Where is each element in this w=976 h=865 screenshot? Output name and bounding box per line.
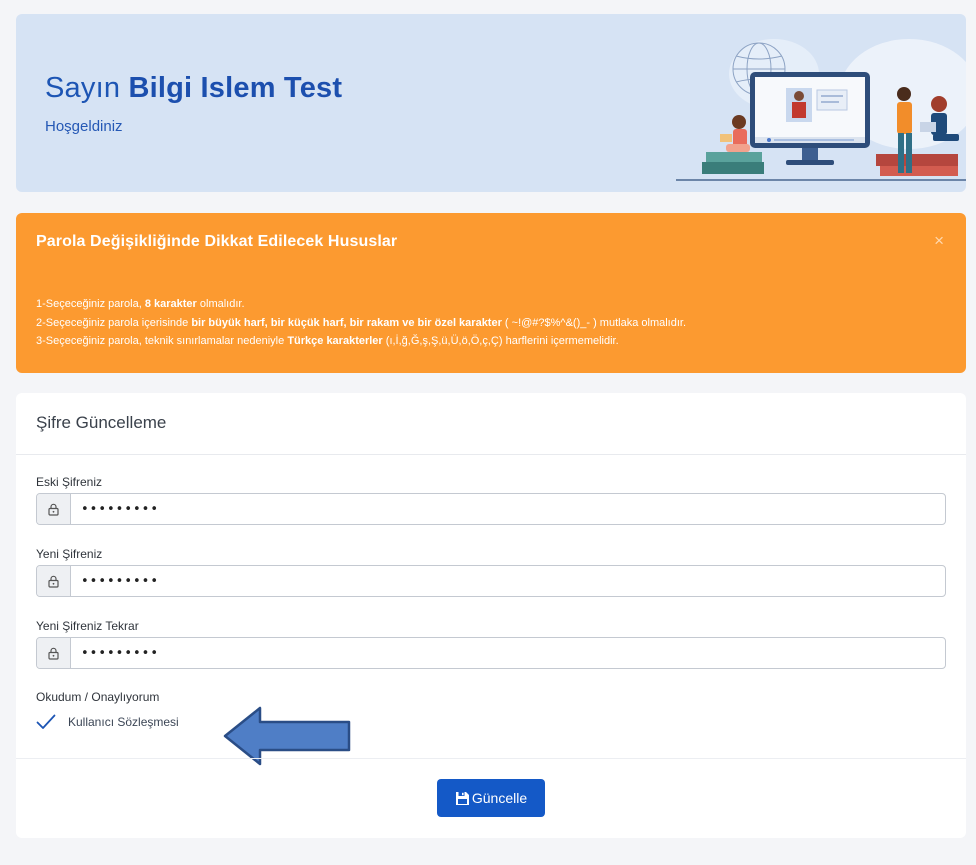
greeting-user-name: Bilgi Islem Test [128, 72, 343, 104]
card-footer-divider [16, 758, 966, 759]
new-password-repeat-input-group [36, 637, 946, 669]
lock-icon [37, 638, 71, 668]
new-password-input-group [36, 565, 946, 597]
old-password-input-group [36, 493, 946, 525]
rule-text: ( ~!@#?$%^&()_- ) mutlaka olmalıdır. [501, 316, 687, 329]
rule-emphasis: 8 karakter [144, 298, 197, 310]
rule-emphasis: Türkçe karakterler [287, 335, 383, 347]
alert-title: Parola Değişikliğinde Dikkat Edilecek Hu… [36, 233, 398, 250]
save-icon [455, 791, 469, 805]
old-password-label: Eski Şifreniz [36, 475, 103, 489]
new-password-label: Yeni Şifreniz [36, 547, 103, 561]
lock-icon [37, 566, 71, 596]
agreement-consent: Okudum / Onaylıyorum Kullanıcı Sözleşmes… [36, 690, 351, 766]
password-rule-length: 1-Seçeceğiniz parola, 8 karakter olmalıd… [36, 295, 686, 314]
alert-close-icon[interactable]: × [934, 232, 944, 249]
welcome-banner: Sayın Bilgi Islem Test Hoşgeldiniz [16, 14, 966, 192]
rule-text: olmalıdır. [196, 298, 245, 310]
update-button-label: Güncelle [471, 790, 528, 806]
online-learning-illustration [676, 39, 966, 181]
rule-text: 3-Seçeceğiniz parola, teknik sınırlamala… [36, 335, 288, 347]
rule-text: (ı,İ,ğ,Ğ,ş,Ş,ü,Ü,ö,Ö,ç,Ç) harflerini içe… [382, 335, 619, 347]
new-password-repeat-group: Yeni Şifreniz Tekrar [36, 619, 946, 669]
new-password-group: Yeni Şifreniz [36, 547, 946, 597]
greeting-heading: Sayın Bilgi Islem Test [45, 72, 342, 105]
card-title: Şifre Güncelleme [16, 393, 966, 455]
rule-emphasis: bir büyük harf, bir küçük harf, bir raka… [191, 316, 502, 329]
new-password-repeat-input[interactable] [71, 638, 945, 668]
welcome-subtitle: Hoşgeldiniz [45, 118, 123, 135]
lock-icon [37, 494, 71, 524]
rule-text: 2-Seçeceğiniz parola içerisinde [36, 316, 192, 329]
consent-caption: Okudum / Onaylıyorum [36, 690, 160, 704]
password-update-card: Şifre Güncelleme Eski Şifreniz Yeni Şifr… [16, 393, 966, 838]
password-rules-alert: Parola Değişikliğinde Dikkat Edilecek Hu… [16, 213, 966, 373]
old-password-group: Eski Şifreniz [36, 475, 946, 525]
update-button[interactable]: Güncelle [437, 779, 545, 817]
password-rule-turkish-chars: 3-Seçeceğiniz parola, teknik sınırlamala… [36, 332, 686, 351]
old-password-input[interactable] [71, 494, 945, 524]
password-rule-characters: 2-Seçeceğiniz parola içerisinde bir büyü… [36, 314, 686, 333]
password-rules-list: 1-Seçeceğiniz parola, 8 karakter olmalıd… [36, 295, 686, 351]
new-password-repeat-label: Yeni Şifreniz Tekrar [36, 619, 139, 633]
checkmark-icon [36, 714, 56, 729]
new-password-input[interactable] [71, 566, 945, 596]
greeting-salutation: Sayın [45, 72, 121, 104]
user-agreement-link[interactable]: Kullanıcı Sözleşmesi [68, 715, 179, 729]
agreement-checkbox[interactable] [36, 714, 56, 730]
rule-text: 1-Seçeceğiniz parola, [36, 298, 145, 310]
consent-row: Kullanıcı Sözleşmesi [36, 706, 351, 766]
